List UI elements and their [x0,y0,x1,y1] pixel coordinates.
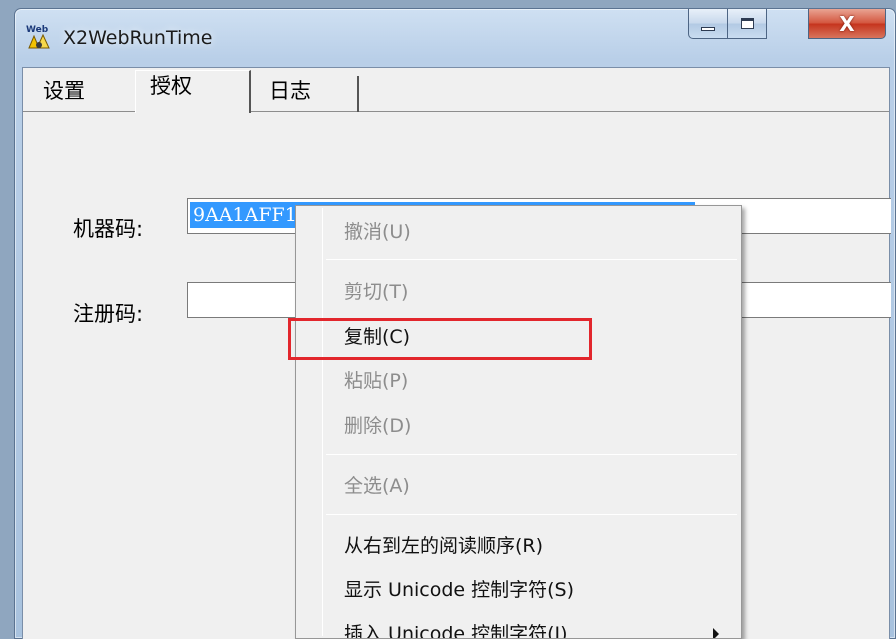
menu-item-show-unicode-control[interactable]: 显示 Unicode 控制字符(S) [296,570,741,610]
menu-separator [326,454,737,455]
menu-item-insert-unicode-control[interactable]: 插入 Unicode 控制字符(I) [296,614,741,639]
submenu-arrow-icon [713,628,719,638]
menu-item-insert-unicode-control-label: 插入 Unicode 控制字符(I) [344,623,568,639]
svg-text:Web: Web [26,25,49,35]
menu-item-cut[interactable]: 剪切(T) [296,272,741,312]
close-button[interactable]: X [808,9,886,39]
minimize-icon [701,26,715,31]
menu-item-paste[interactable]: 粘贴(P) [296,361,741,401]
tab-log[interactable]: 日志 [255,76,359,112]
menu-item-undo[interactable]: 撤消(U) [296,212,741,252]
maximize-icon [740,18,754,29]
menu-separator [326,514,737,515]
close-icon: X [839,11,855,36]
register-code-label: 注册码: [73,302,144,326]
context-menu: 撤消(U) 剪切(T) 复制(C) 粘贴(P) 删除(D) 全选(A) 从右到左… [295,205,742,639]
tab-settings[interactable]: 设置 [29,76,133,112]
app-icon: Web [26,25,50,49]
tab-strip: 设置 授权 日志 [23,68,889,113]
tab-license[interactable]: 授权 [135,70,251,113]
menu-item-select-all[interactable]: 全选(A) [296,466,741,506]
menu-item-copy[interactable]: 复制(C) [296,317,741,357]
maximize-button[interactable] [727,9,767,39]
menu-separator [326,259,737,260]
title-bar[interactable]: Web X2WebRunTime X [15,9,895,67]
window-title: X2WebRunTime [63,27,213,49]
menu-item-rtl-reading-order[interactable]: 从右到左的阅读顺序(R) [296,526,741,566]
minimize-button[interactable] [688,9,728,39]
machine-code-label: 机器码: [73,217,144,241]
menu-item-delete[interactable]: 删除(D) [296,406,741,446]
